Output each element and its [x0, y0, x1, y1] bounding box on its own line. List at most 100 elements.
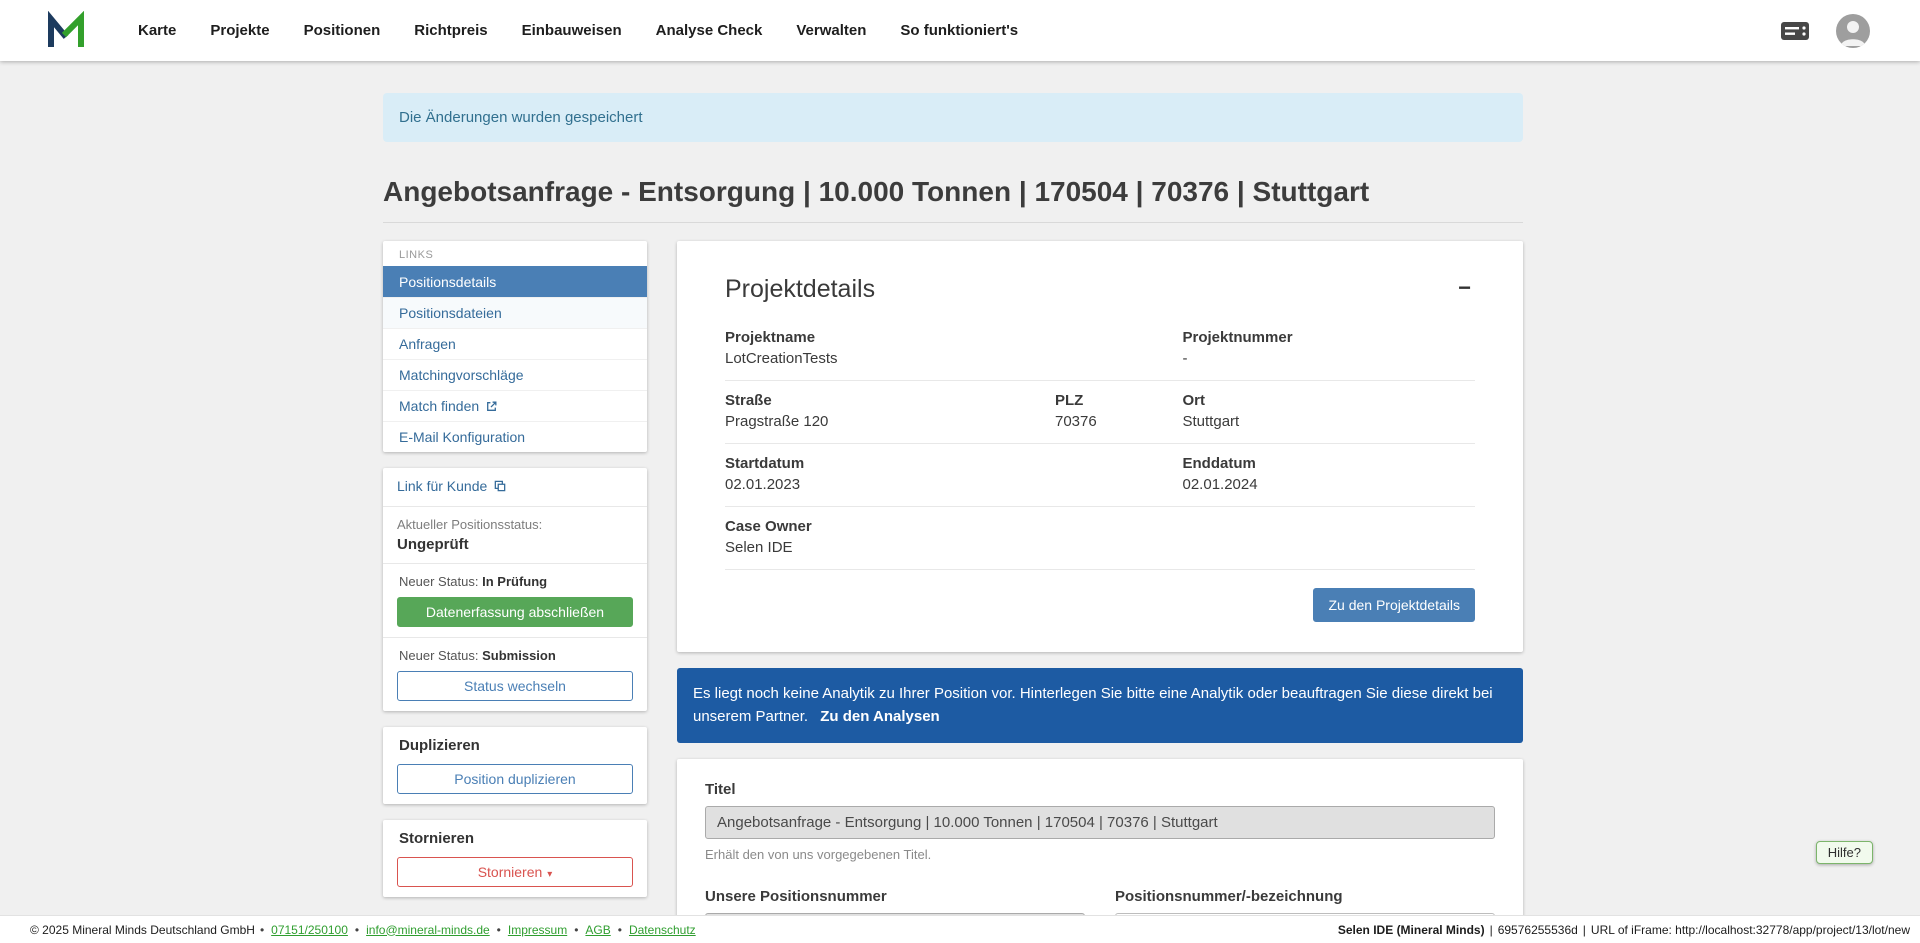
- nav-item-so-funktionierts[interactable]: So funktioniert's: [900, 22, 1018, 39]
- footer-pipe: |: [1583, 923, 1586, 937]
- field-label: Straße: [725, 392, 1055, 409]
- go-to-project-details-button[interactable]: Zu den Projektdetails: [1313, 588, 1475, 622]
- footer-right: Selen IDE (Mineral Minds) | 69576255536d…: [1338, 923, 1910, 937]
- field-label: Case Owner: [725, 518, 1183, 535]
- current-status-label: Aktueller Positionsstatus:: [397, 517, 633, 532]
- nav-item-richtpreis[interactable]: Richtpreis: [414, 22, 487, 39]
- customer-link[interactable]: Link für Kunde: [397, 478, 507, 494]
- field-label: Ort: [1183, 392, 1476, 409]
- analytics-banner-text: Es liegt noch keine Analytik zu Ihrer Po…: [693, 685, 1493, 725]
- nav-item-analyse-check[interactable]: Analyse Check: [656, 22, 763, 39]
- sidebar-item-matchingvorschlaege[interactable]: Matchingvorschläge: [383, 359, 647, 390]
- next-status-1-line: Neuer Status: In Prüfung: [399, 574, 631, 589]
- our-position-number-label: Unsere Positionsnummer: [705, 888, 1085, 905]
- field-label: Projektnummer: [1183, 329, 1476, 346]
- help-button[interactable]: Hilfe?: [1816, 841, 1873, 864]
- alert-text: Die Änderungen wurden gespeichert: [399, 109, 643, 126]
- footer-iframe-url: URL of iFrame: http://localhost:32778/ap…: [1591, 923, 1910, 937]
- server-glyph-icon: [1780, 20, 1810, 42]
- person-icon: [1836, 14, 1870, 48]
- footer-left: © 2025 Mineral Minds Deutschland GmbH • …: [30, 923, 698, 937]
- nav-item-karte[interactable]: Karte: [138, 22, 176, 39]
- switch-status-button[interactable]: Status wechseln: [397, 671, 633, 701]
- footer-email-link[interactable]: info@mineral-minds.de: [366, 923, 490, 937]
- sidebar-item-anfragen[interactable]: Anfragen: [383, 328, 647, 359]
- sidebar-item-email-konfiguration[interactable]: E-Mail Konfiguration: [383, 421, 647, 452]
- current-status-value: Ungeprüft: [397, 536, 633, 553]
- main-column: Projektdetails − Projektname LotCreation…: [677, 241, 1523, 943]
- main-nav: Karte Projekte Positionen Richtpreis Ein…: [138, 22, 1018, 39]
- field-value: Pragstraße 120: [725, 413, 1055, 430]
- copy-icon: [493, 479, 507, 493]
- cancel-card: Stornieren Stornieren▾: [383, 820, 647, 897]
- titel-helper: Erhält den von uns vorgegebenen Titel.: [705, 847, 1495, 862]
- cancel-dropdown-button[interactable]: Stornieren▾: [397, 857, 633, 887]
- sidebar-item-label: Anfragen: [399, 336, 456, 352]
- sidebar: LINKS Positionsdetails Positionsdateien …: [383, 241, 647, 897]
- sidebar-item-label: Matchingvorschläge: [399, 367, 524, 383]
- sidebar-item-label: Match finden: [399, 398, 479, 414]
- project-row-name: Projektname LotCreationTests Projektnumm…: [725, 318, 1475, 381]
- title-divider: [383, 222, 1523, 223]
- footer-agb-link[interactable]: AGB: [585, 923, 610, 937]
- sidebar-item-positionsdateien[interactable]: Positionsdateien: [383, 297, 647, 328]
- next-status-2-value: Submission: [482, 648, 556, 663]
- footer-impressum-link[interactable]: Impressum: [508, 923, 567, 937]
- next-status-1-value: In Prüfung: [482, 574, 547, 589]
- avatar-circle: [1836, 14, 1870, 48]
- duplicate-card: Duplizieren Position duplizieren: [383, 727, 647, 804]
- analytics-banner: Es liegt noch keine Analytik zu Ihrer Po…: [677, 668, 1523, 743]
- titel-label: Titel: [705, 781, 1495, 798]
- nav-item-positionen[interactable]: Positionen: [304, 22, 381, 39]
- logo-m-icon: [46, 11, 86, 51]
- content-container: Die Änderungen wurden gespeichert Angebo…: [383, 93, 1523, 943]
- duplicate-title: Duplizieren: [399, 737, 631, 754]
- titel-input: [705, 806, 1495, 839]
- nav-item-projekte[interactable]: Projekte: [210, 22, 269, 39]
- field-label: Projektname: [725, 329, 1183, 346]
- user-avatar[interactable]: [1836, 14, 1870, 48]
- footer: © 2025 Mineral Minds Deutschland GmbH • …: [0, 915, 1920, 943]
- footer-separator: •: [574, 923, 578, 937]
- project-details-card: Projektdetails − Projektname LotCreation…: [677, 241, 1523, 652]
- sidebar-item-match-finden[interactable]: Match finden: [383, 390, 647, 421]
- project-row-owner: Case Owner Selen IDE: [725, 507, 1475, 570]
- field-value: 02.01.2023: [725, 476, 1183, 493]
- collapse-icon[interactable]: −: [1454, 275, 1475, 301]
- go-to-analyses-link[interactable]: Zu den Analysen: [820, 708, 939, 725]
- mineral-minds-logo[interactable]: [46, 11, 86, 51]
- cancel-title: Stornieren: [399, 830, 631, 847]
- footer-separator: •: [260, 923, 264, 937]
- next-status-1-block: Neuer Status: In Prüfung Datenerfassung …: [383, 564, 647, 637]
- footer-pipe: |: [1490, 923, 1493, 937]
- field-value: -: [1183, 350, 1476, 367]
- next-status-2-line: Neuer Status: Submission: [399, 648, 631, 663]
- complete-data-entry-button[interactable]: Datenerfassung abschließen: [397, 597, 633, 627]
- nav-item-verwalten[interactable]: Verwalten: [796, 22, 866, 39]
- field-value: Stuttgart: [1183, 413, 1476, 430]
- external-link-icon: [485, 400, 498, 413]
- sidebar-item-label: Positionsdetails: [399, 274, 496, 290]
- server-icon[interactable]: [1780, 20, 1810, 42]
- save-success-alert: Die Änderungen wurden gespeichert: [383, 93, 1523, 142]
- next-status-prefix: Neuer Status:: [399, 574, 479, 589]
- page-title: Angebotsanfrage - Entsorgung | 10.000 To…: [383, 176, 1523, 208]
- links-header: LINKS: [383, 241, 647, 266]
- footer-datenschutz-link[interactable]: Datenschutz: [629, 923, 696, 937]
- footer-separator: •: [497, 923, 501, 937]
- field-value: 70376: [1055, 413, 1183, 430]
- footer-session-id: 69576255536d: [1498, 923, 1578, 937]
- nav-item-einbauweisen[interactable]: Einbauweisen: [522, 22, 622, 39]
- duplicate-position-button[interactable]: Position duplizieren: [397, 764, 633, 794]
- caret-down-icon: ▾: [547, 869, 552, 880]
- project-details-title: Projektdetails: [725, 275, 875, 304]
- field-label: Startdatum: [725, 455, 1183, 472]
- field-value: 02.01.2024: [1183, 476, 1476, 493]
- page-body: Die Änderungen wurden gespeichert Angebo…: [0, 61, 1920, 943]
- project-row-address: Straße Pragstraße 120 PLZ 70376 Ort Stut…: [725, 381, 1475, 444]
- sidebar-item-positionsdetails[interactable]: Positionsdetails: [383, 266, 647, 297]
- next-status-2-block: Neuer Status: Submission Status wechseln: [383, 638, 647, 711]
- footer-phone-link[interactable]: 07151/250100: [271, 923, 348, 937]
- customer-link-label: Link für Kunde: [397, 478, 487, 494]
- navbar-right: [1780, 14, 1870, 48]
